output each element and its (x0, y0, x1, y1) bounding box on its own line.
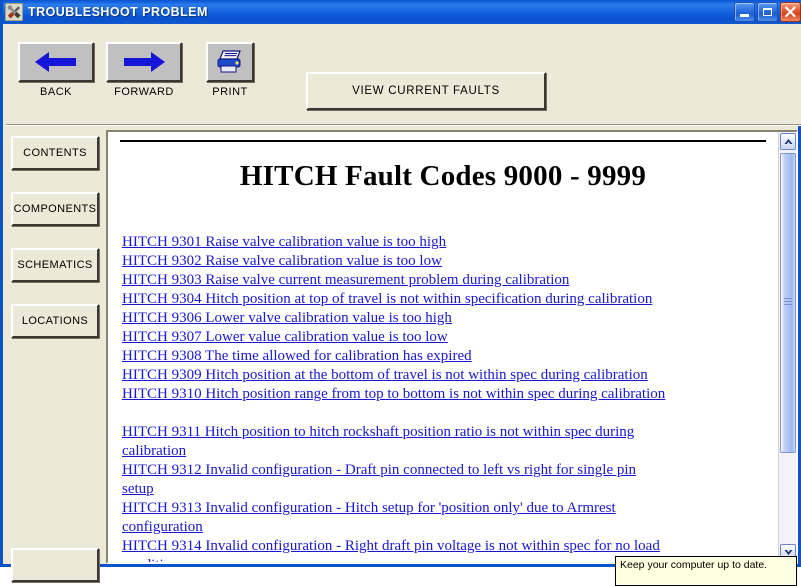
sidebar-item-components[interactable]: COMPONENTS (11, 192, 99, 226)
fault-code-link[interactable]: HITCH 9312 Invalid configuration - Draft… (122, 461, 667, 499)
fault-code-link[interactable]: HITCH 9304 Hitch position at top of trav… (122, 290, 667, 309)
sidebar-item-contents[interactable]: CONTENTS (11, 136, 99, 170)
chevron-down-icon (784, 550, 792, 555)
fault-code-link-list: HITCH 9301 Raise valve calibration value… (118, 233, 768, 562)
close-icon (785, 6, 796, 18)
restore-button[interactable] (757, 2, 778, 22)
view-current-faults-button[interactable]: VIEW CURRENT FAULTS (306, 72, 546, 110)
fault-code-link[interactable]: HITCH 9310 Hitch position range from top… (122, 385, 667, 404)
forward-button-label: FORWARD (114, 86, 174, 98)
arrow-right-icon (124, 52, 165, 72)
content-pane: HITCH Fault Codes 9000 - 9999 HITCH 9301… (106, 130, 798, 564)
back-button-label: BACK (40, 86, 72, 98)
fault-code-link[interactable]: HITCH 9309 Hitch position at the bottom … (122, 366, 667, 385)
system-balloon-tip[interactable]: Keep your computer up to date. (615, 556, 797, 586)
document-viewport: HITCH Fault Codes 9000 - 9999 HITCH 9301… (108, 132, 778, 562)
print-button-label: PRINT (212, 86, 248, 98)
crossed-tools-icon (5, 3, 23, 21)
vertical-scrollbar[interactable] (778, 132, 796, 562)
forward-button[interactable] (106, 42, 182, 82)
window-controls (734, 2, 801, 22)
forward-button-group: FORWARD (106, 42, 182, 98)
fault-code-link[interactable]: HITCH 9307 Lower value calibration value… (122, 328, 667, 347)
fault-code-link[interactable]: HITCH 9313 Invalid configuration - Hitch… (122, 499, 667, 537)
toolbar-divider (6, 124, 801, 126)
print-button[interactable] (206, 42, 254, 82)
sidebar-item-partial[interactable] (11, 548, 99, 582)
toolbar: BACK FORWARD PRINT VIEW CURRENT FAULTS (6, 24, 801, 124)
back-button[interactable] (18, 42, 94, 82)
fault-code-link[interactable]: HITCH 9302 Raise valve calibration value… (122, 252, 667, 271)
fault-code-link[interactable]: HITCH 9308 The time allowed for calibrat… (122, 347, 667, 366)
back-button-group: BACK (18, 42, 94, 98)
fault-code-link[interactable]: HITCH 9311 Hitch position to hitch rocks… (122, 423, 667, 461)
balloon-tip-text: Keep your computer up to date. (620, 559, 768, 571)
title-bar: TROUBLESHOOT PROBLEM (3, 0, 801, 24)
scrollbar-grip-icon (784, 298, 792, 308)
printer-icon (217, 50, 241, 73)
fault-code-link[interactable]: HITCH 9301 Raise valve calibration value… (122, 233, 667, 252)
sidebar-item-locations[interactable]: LOCATIONS (11, 304, 99, 338)
sidebar-nav: CONTENTS COMPONENTS SCHEMATICS LOCATIONS (6, 128, 101, 582)
fault-code-link[interactable]: HITCH 9306 Lower valve calibration value… (122, 309, 667, 328)
close-button[interactable] (780, 2, 801, 22)
fault-code-link[interactable]: HITCH 9303 Raise valve current measureme… (122, 271, 667, 290)
page-title: HITCH Fault Codes 9000 - 9999 (239, 160, 647, 192)
chevron-up-icon (784, 139, 792, 144)
scrollbar-thumb[interactable] (780, 153, 796, 453)
scroll-up-button[interactable] (780, 133, 796, 150)
minimize-button[interactable] (734, 2, 755, 22)
window-title: TROUBLESHOOT PROBLEM (28, 5, 208, 19)
horizontal-rule (120, 140, 766, 142)
arrow-left-icon (35, 52, 76, 72)
troubleshoot-problem-window: TROUBLESHOOT PROBLEM BACK FORWARD PRINT … (0, 0, 801, 586)
sidebar-item-schematics[interactable]: SCHEMATICS (11, 248, 99, 282)
print-button-group: PRINT (206, 42, 254, 98)
fault-code-link[interactable]: HITCH 9314 Invalid configuration - Right… (122, 537, 667, 562)
